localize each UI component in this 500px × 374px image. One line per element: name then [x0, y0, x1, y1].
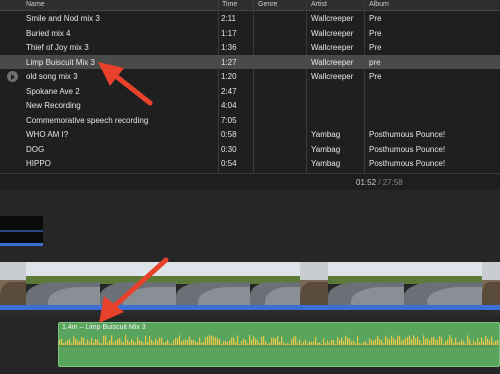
arrow-to-selected-song — [98, 62, 153, 106]
arrow-to-music-clip — [99, 257, 169, 323]
annotation-arrows — [98, 62, 169, 323]
